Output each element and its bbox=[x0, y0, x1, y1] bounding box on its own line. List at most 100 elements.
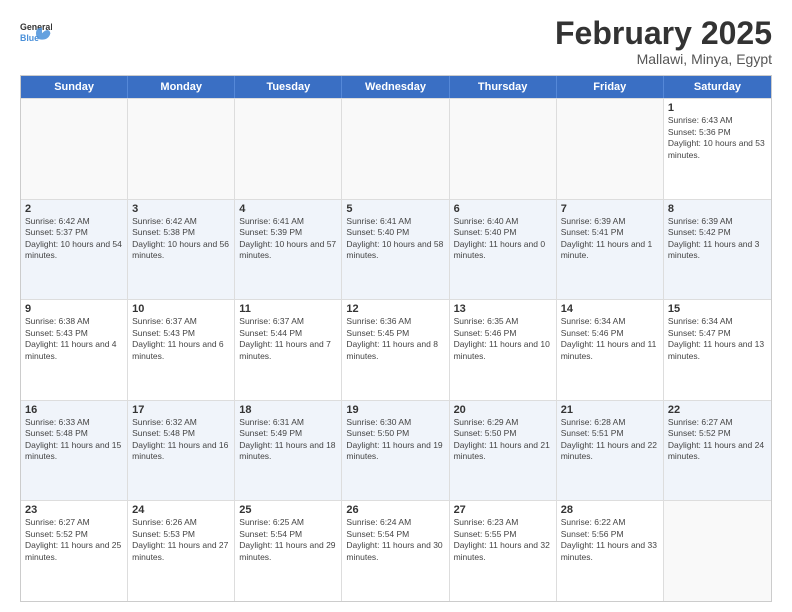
day-info: Sunrise: 6:39 AMSunset: 5:42 PMDaylight:… bbox=[668, 216, 767, 262]
day-info: Sunrise: 6:27 AMSunset: 5:52 PMDaylight:… bbox=[25, 517, 123, 563]
cal-week-5: 23 Sunrise: 6:27 AMSunset: 5:52 PMDaylig… bbox=[21, 500, 771, 601]
day-number: 1 bbox=[668, 102, 767, 114]
day-number: 9 bbox=[25, 303, 123, 315]
cal-cell-3-3: 11 Sunrise: 6:37 AMSunset: 5:44 PMDaylig… bbox=[235, 300, 342, 400]
cal-cell-4-6: 21 Sunrise: 6:28 AMSunset: 5:51 PMDaylig… bbox=[557, 401, 664, 501]
cal-cell-4-3: 18 Sunrise: 6:31 AMSunset: 5:49 PMDaylig… bbox=[235, 401, 342, 501]
day-info: Sunrise: 6:29 AMSunset: 5:50 PMDaylight:… bbox=[454, 417, 552, 463]
cal-cell-4-7: 22 Sunrise: 6:27 AMSunset: 5:52 PMDaylig… bbox=[664, 401, 771, 501]
day-number: 17 bbox=[132, 404, 230, 416]
cal-cell-1-2 bbox=[128, 99, 235, 199]
logo: General Blue bbox=[20, 16, 52, 52]
day-number: 4 bbox=[239, 203, 337, 215]
cal-cell-2-6: 7 Sunrise: 6:39 AMSunset: 5:41 PMDayligh… bbox=[557, 200, 664, 300]
cal-cell-1-4 bbox=[342, 99, 449, 199]
day-number: 27 bbox=[454, 504, 552, 516]
day-info: Sunrise: 6:25 AMSunset: 5:54 PMDaylight:… bbox=[239, 517, 337, 563]
cal-cell-3-5: 13 Sunrise: 6:35 AMSunset: 5:46 PMDaylig… bbox=[450, 300, 557, 400]
day-info: Sunrise: 6:30 AMSunset: 5:50 PMDaylight:… bbox=[346, 417, 444, 463]
cal-week-2: 2 Sunrise: 6:42 AMSunset: 5:37 PMDayligh… bbox=[21, 199, 771, 300]
day-number: 2 bbox=[25, 203, 123, 215]
cal-cell-5-6: 28 Sunrise: 6:22 AMSunset: 5:56 PMDaylig… bbox=[557, 501, 664, 601]
day-info: Sunrise: 6:31 AMSunset: 5:49 PMDaylight:… bbox=[239, 417, 337, 463]
day-number: 20 bbox=[454, 404, 552, 416]
day-number: 28 bbox=[561, 504, 659, 516]
day-info: Sunrise: 6:27 AMSunset: 5:52 PMDaylight:… bbox=[668, 417, 767, 463]
cal-cell-2-2: 3 Sunrise: 6:42 AMSunset: 5:38 PMDayligh… bbox=[128, 200, 235, 300]
cal-cell-4-4: 19 Sunrise: 6:30 AMSunset: 5:50 PMDaylig… bbox=[342, 401, 449, 501]
day-info: Sunrise: 6:38 AMSunset: 5:43 PMDaylight:… bbox=[25, 316, 123, 362]
cal-cell-1-1 bbox=[21, 99, 128, 199]
main-title: February 2025 bbox=[555, 16, 772, 51]
cal-cell-5-5: 27 Sunrise: 6:23 AMSunset: 5:55 PMDaylig… bbox=[450, 501, 557, 601]
logo-svg: General Blue bbox=[20, 16, 52, 52]
day-info: Sunrise: 6:35 AMSunset: 5:46 PMDaylight:… bbox=[454, 316, 552, 362]
cal-cell-4-1: 16 Sunrise: 6:33 AMSunset: 5:48 PMDaylig… bbox=[21, 401, 128, 501]
cal-cell-5-2: 24 Sunrise: 6:26 AMSunset: 5:53 PMDaylig… bbox=[128, 501, 235, 601]
day-number: 6 bbox=[454, 203, 552, 215]
day-number: 25 bbox=[239, 504, 337, 516]
day-number: 19 bbox=[346, 404, 444, 416]
day-number: 10 bbox=[132, 303, 230, 315]
cal-cell-5-4: 26 Sunrise: 6:24 AMSunset: 5:54 PMDaylig… bbox=[342, 501, 449, 601]
day-info: Sunrise: 6:41 AMSunset: 5:39 PMDaylight:… bbox=[239, 216, 337, 262]
header-saturday: Saturday bbox=[664, 76, 771, 98]
day-info: Sunrise: 6:32 AMSunset: 5:48 PMDaylight:… bbox=[132, 417, 230, 463]
day-number: 21 bbox=[561, 404, 659, 416]
day-info: Sunrise: 6:43 AMSunset: 5:36 PMDaylight:… bbox=[668, 115, 767, 161]
day-number: 26 bbox=[346, 504, 444, 516]
day-info: Sunrise: 6:34 AMSunset: 5:46 PMDaylight:… bbox=[561, 316, 659, 362]
day-info: Sunrise: 6:37 AMSunset: 5:43 PMDaylight:… bbox=[132, 316, 230, 362]
day-info: Sunrise: 6:26 AMSunset: 5:53 PMDaylight:… bbox=[132, 517, 230, 563]
cal-cell-1-6 bbox=[557, 99, 664, 199]
day-number: 5 bbox=[346, 203, 444, 215]
day-number: 16 bbox=[25, 404, 123, 416]
svg-text:Blue: Blue bbox=[20, 33, 39, 43]
cal-cell-2-3: 4 Sunrise: 6:41 AMSunset: 5:39 PMDayligh… bbox=[235, 200, 342, 300]
cal-cell-5-3: 25 Sunrise: 6:25 AMSunset: 5:54 PMDaylig… bbox=[235, 501, 342, 601]
day-info: Sunrise: 6:42 AMSunset: 5:38 PMDaylight:… bbox=[132, 216, 230, 262]
day-info: Sunrise: 6:23 AMSunset: 5:55 PMDaylight:… bbox=[454, 517, 552, 563]
calendar-body: 1 Sunrise: 6:43 AMSunset: 5:36 PMDayligh… bbox=[21, 98, 771, 601]
cal-cell-3-7: 15 Sunrise: 6:34 AMSunset: 5:47 PMDaylig… bbox=[664, 300, 771, 400]
day-number: 8 bbox=[668, 203, 767, 215]
day-info: Sunrise: 6:42 AMSunset: 5:37 PMDaylight:… bbox=[25, 216, 123, 262]
day-number: 7 bbox=[561, 203, 659, 215]
calendar: Sunday Monday Tuesday Wednesday Thursday… bbox=[20, 75, 772, 602]
day-info: Sunrise: 6:28 AMSunset: 5:51 PMDaylight:… bbox=[561, 417, 659, 463]
page: General Blue February 2025 Mallawi, Miny… bbox=[0, 0, 792, 612]
cal-cell-5-1: 23 Sunrise: 6:27 AMSunset: 5:52 PMDaylig… bbox=[21, 501, 128, 601]
cal-cell-4-2: 17 Sunrise: 6:32 AMSunset: 5:48 PMDaylig… bbox=[128, 401, 235, 501]
sub-title: Mallawi, Minya, Egypt bbox=[555, 51, 772, 67]
cal-cell-2-5: 6 Sunrise: 6:40 AMSunset: 5:40 PMDayligh… bbox=[450, 200, 557, 300]
header-thursday: Thursday bbox=[450, 76, 557, 98]
header: General Blue February 2025 Mallawi, Miny… bbox=[20, 16, 772, 67]
cal-week-1: 1 Sunrise: 6:43 AMSunset: 5:36 PMDayligh… bbox=[21, 98, 771, 199]
cal-cell-2-7: 8 Sunrise: 6:39 AMSunset: 5:42 PMDayligh… bbox=[664, 200, 771, 300]
day-info: Sunrise: 6:24 AMSunset: 5:54 PMDaylight:… bbox=[346, 517, 444, 563]
day-number: 14 bbox=[561, 303, 659, 315]
day-info: Sunrise: 6:40 AMSunset: 5:40 PMDaylight:… bbox=[454, 216, 552, 262]
cal-cell-4-5: 20 Sunrise: 6:29 AMSunset: 5:50 PMDaylig… bbox=[450, 401, 557, 501]
day-number: 12 bbox=[346, 303, 444, 315]
cal-cell-3-4: 12 Sunrise: 6:36 AMSunset: 5:45 PMDaylig… bbox=[342, 300, 449, 400]
cal-cell-3-1: 9 Sunrise: 6:38 AMSunset: 5:43 PMDayligh… bbox=[21, 300, 128, 400]
title-area: February 2025 Mallawi, Minya, Egypt bbox=[555, 16, 772, 67]
day-number: 18 bbox=[239, 404, 337, 416]
header-monday: Monday bbox=[128, 76, 235, 98]
day-number: 24 bbox=[132, 504, 230, 516]
header-tuesday: Tuesday bbox=[235, 76, 342, 98]
cal-cell-2-4: 5 Sunrise: 6:41 AMSunset: 5:40 PMDayligh… bbox=[342, 200, 449, 300]
day-info: Sunrise: 6:39 AMSunset: 5:41 PMDaylight:… bbox=[561, 216, 659, 262]
cal-cell-1-3 bbox=[235, 99, 342, 199]
day-info: Sunrise: 6:22 AMSunset: 5:56 PMDaylight:… bbox=[561, 517, 659, 563]
cal-cell-3-2: 10 Sunrise: 6:37 AMSunset: 5:43 PMDaylig… bbox=[128, 300, 235, 400]
day-number: 15 bbox=[668, 303, 767, 315]
header-sunday: Sunday bbox=[21, 76, 128, 98]
cal-cell-1-5 bbox=[450, 99, 557, 199]
day-info: Sunrise: 6:37 AMSunset: 5:44 PMDaylight:… bbox=[239, 316, 337, 362]
cal-cell-5-7 bbox=[664, 501, 771, 601]
cal-cell-1-7: 1 Sunrise: 6:43 AMSunset: 5:36 PMDayligh… bbox=[664, 99, 771, 199]
day-number: 3 bbox=[132, 203, 230, 215]
day-number: 22 bbox=[668, 404, 767, 416]
